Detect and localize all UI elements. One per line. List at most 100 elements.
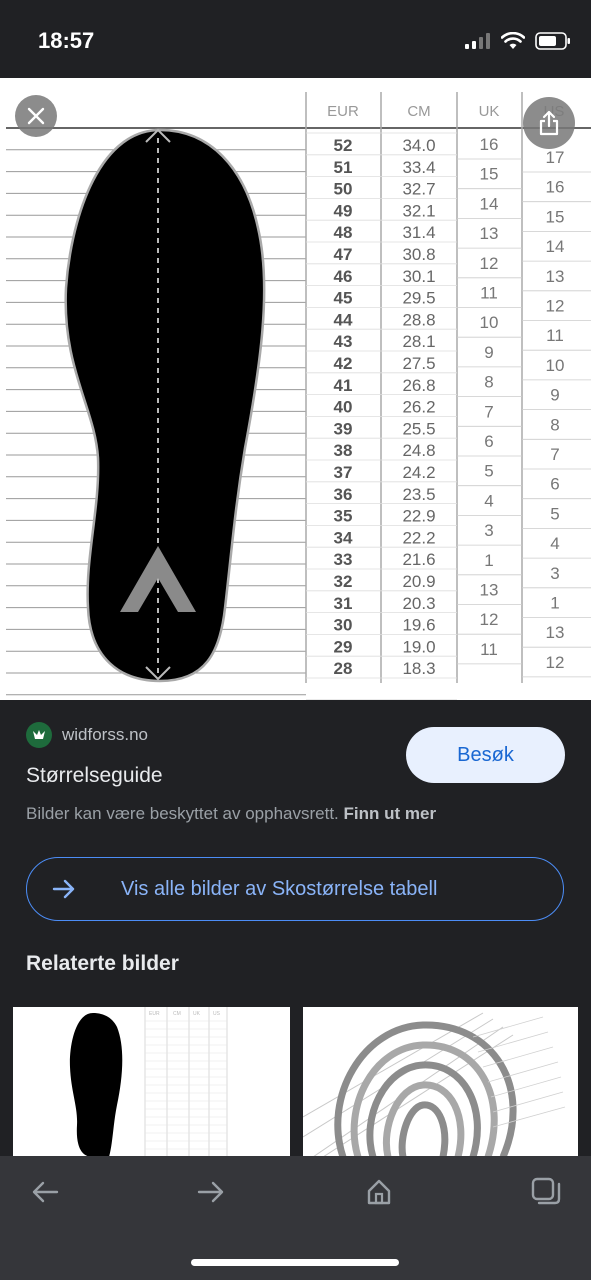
cm-size: 22.2: [402, 528, 435, 547]
uk-size: 6: [484, 432, 493, 451]
column-header-eur: EUR: [327, 103, 359, 120]
learn-more-link[interactable]: Finn ut mer: [344, 804, 437, 823]
status-time: 18:57: [38, 28, 95, 53]
back-icon: [32, 1181, 59, 1203]
eur-size: 43: [334, 332, 353, 351]
eur-size: 35: [334, 507, 353, 526]
us-size: 12: [546, 297, 565, 316]
view-all-images-button[interactable]: Vis alle bilder av Skostørrelse tabell: [26, 857, 564, 921]
uk-size: 11: [480, 284, 498, 303]
home-button[interactable]: [359, 1172, 399, 1212]
uk-size: 8: [484, 373, 493, 392]
svg-text:CM: CM: [173, 1011, 181, 1017]
thumb-size-chart: EUR CM UK US: [69, 1007, 228, 1157]
visit-button[interactable]: Besøk: [406, 727, 565, 783]
cm-size: 31.4: [402, 223, 435, 242]
svg-text:EUR: EUR: [149, 1011, 160, 1017]
home-icon: [367, 1179, 391, 1205]
uk-size: 13: [480, 224, 499, 243]
tabs-button[interactable]: [526, 1172, 566, 1212]
copyright-notice: Bilder kan være beskyttet av opphavsrett…: [26, 804, 436, 824]
related-images-heading: Relaterte bilder: [26, 952, 179, 975]
us-size: 13: [546, 623, 565, 642]
related-image-1[interactable]: EUR CM UK US: [13, 1007, 290, 1157]
eur-size: 47: [334, 245, 353, 264]
eur-size: 39: [334, 419, 353, 438]
arrow-right-icon: [52, 879, 75, 899]
cm-size: 24.8: [402, 441, 435, 460]
cm-size: 28.8: [402, 310, 435, 329]
cm-size: 19.0: [402, 637, 435, 656]
home-indicator: [191, 1259, 399, 1266]
us-size: 14: [546, 237, 565, 256]
uk-size: 13: [480, 581, 499, 600]
cm-size: 33.4: [402, 158, 435, 177]
eur-size: 36: [334, 485, 353, 504]
us-size: 8: [550, 415, 559, 434]
us-size: 6: [550, 475, 559, 494]
tabs-icon: [531, 1177, 561, 1205]
us-size: 9: [550, 386, 559, 405]
view-all-label: Vis alle bilder av Skostørrelse tabell: [121, 877, 438, 900]
uk-size: 3: [484, 521, 493, 540]
cm-size: 32.1: [402, 201, 435, 220]
eur-size: 37: [334, 463, 353, 482]
uk-size: 4: [484, 491, 493, 510]
cm-size: 26.8: [402, 376, 435, 395]
insole-shape: [64, 128, 266, 683]
cm-size: 32.7: [402, 180, 435, 199]
status-icons: [465, 32, 571, 50]
close-icon: [27, 107, 45, 125]
uk-size: 16: [480, 135, 499, 154]
eur-size: 46: [334, 267, 353, 286]
us-size: 7: [550, 445, 559, 464]
thumb-foot-diagram: [303, 1012, 566, 1157]
us-size: 1: [550, 594, 559, 613]
uk-size: 14: [480, 194, 499, 213]
column-header-cm: CM: [407, 103, 430, 120]
cm-size: 28.1: [402, 332, 435, 351]
site-favicon: [26, 722, 52, 748]
cm-size: 34.0: [402, 136, 435, 155]
size-chart: EURCMUKUS 525150494847464544434241403938…: [6, 92, 591, 700]
eur-size: 44: [334, 310, 353, 329]
eur-size: 32: [334, 572, 353, 591]
cm-size: 30.1: [402, 267, 435, 286]
leaf-icon: [33, 730, 45, 739]
uk-size: 7: [484, 402, 493, 421]
eur-size: 28: [334, 659, 353, 678]
us-size: 4: [550, 534, 559, 553]
uk-size: 12: [480, 610, 499, 629]
close-button[interactable]: [15, 95, 57, 137]
status-bar: 18:57: [0, 0, 591, 78]
uk-size: 15: [480, 165, 499, 184]
cm-size: 22.9: [402, 507, 435, 526]
cm-size: 30.8: [402, 245, 435, 264]
back-button[interactable]: [25, 1172, 65, 1212]
column-header-uk: UK: [479, 103, 500, 120]
us-size: 10: [546, 356, 565, 375]
signal-icon: [465, 33, 490, 49]
forward-icon: [197, 1181, 224, 1203]
us-size: 15: [546, 207, 565, 226]
svg-text:UK: UK: [193, 1011, 201, 1017]
us-size: 3: [550, 564, 559, 583]
uk-size: 12: [480, 254, 499, 273]
eur-size: 41: [334, 376, 353, 395]
size-chart-image[interactable]: EURCMUKUS 525150494847464544434241403938…: [0, 78, 591, 700]
source-row[interactable]: widforss.no: [26, 722, 148, 748]
eur-size: 33: [334, 550, 353, 569]
related-image-2[interactable]: [303, 1007, 578, 1157]
us-size: 13: [546, 267, 565, 286]
cm-size: 24.2: [402, 463, 435, 482]
eur-size: 45: [334, 289, 353, 308]
result-title[interactable]: Størrelseguide: [26, 764, 163, 788]
uk-size: 10: [480, 313, 499, 332]
share-button[interactable]: [523, 97, 575, 149]
forward-button[interactable]: [191, 1172, 231, 1212]
cm-size: 29.5: [402, 289, 435, 308]
eur-size: 40: [334, 398, 353, 417]
uk-size: 9: [484, 343, 493, 362]
battery-icon: [535, 32, 570, 50]
us-size: 17: [546, 148, 565, 167]
